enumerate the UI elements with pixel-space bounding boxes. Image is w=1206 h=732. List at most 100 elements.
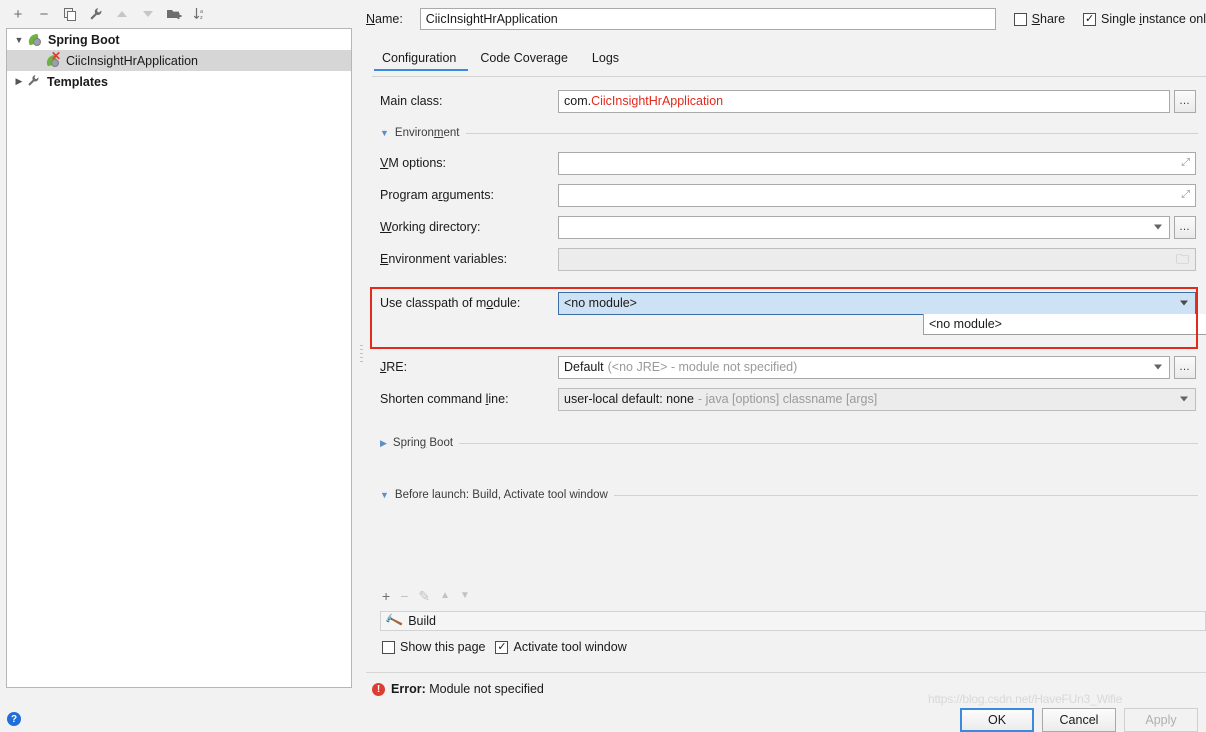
use-classpath-combo[interactable]: <no module> xyxy=(558,291,1196,315)
activate-tool-window-checkbox[interactable]: ✓ Activate tool window xyxy=(495,640,627,654)
tab-label: Configuration xyxy=(382,51,457,65)
watermark-text: https://blog.csdn.net/HaveFUn3_Wifie xyxy=(928,692,1122,706)
shorten-command-line-label: Shorten command line: xyxy=(380,392,509,406)
chevron-down-icon[interactable] xyxy=(1180,300,1188,306)
spring-boot-icon xyxy=(26,32,45,48)
ok-label: OK xyxy=(987,713,1007,727)
expand-icon[interactable]: ⤢ xyxy=(1181,157,1190,169)
tree-item-label: CiicInsightHrApplication xyxy=(66,53,199,68)
dropdown-option-no-module[interactable]: <no module> xyxy=(929,317,1206,331)
vm-options-input[interactable]: ⤢ xyxy=(558,151,1196,175)
ellipsis-icon: … xyxy=(1179,221,1191,233)
jre-row: JRE: Default (<no JRE> - module not spec… xyxy=(380,355,1206,379)
chevron-right-icon[interactable]: ▶ xyxy=(380,438,387,449)
error-prefix: Error: xyxy=(391,682,426,696)
panel-splitter[interactable] xyxy=(358,0,366,710)
activate-tool-window-checkbox-box[interactable]: ✓ xyxy=(495,640,509,654)
chevron-down-icon[interactable] xyxy=(1154,224,1162,230)
show-this-page-checkbox[interactable]: Show this page xyxy=(382,640,485,654)
chevron-down-icon[interactable]: ▼ xyxy=(11,35,27,45)
error-message: Error: Module not specified xyxy=(391,682,544,696)
main-class-value-highlight: CiicInsightHrApplication xyxy=(591,94,724,108)
plus-icon: + xyxy=(13,5,23,23)
before-launch-section-title: Before launch: Build, Activate tool wind… xyxy=(394,489,608,501)
chevron-down-icon[interactable] xyxy=(1154,364,1162,370)
show-this-page-checkbox-box[interactable] xyxy=(382,640,395,654)
jre-browse-button[interactable]: … xyxy=(1174,355,1196,379)
program-arguments-control: ⤢ xyxy=(558,183,1196,207)
section-divider xyxy=(613,494,1198,496)
chevron-down-icon[interactable] xyxy=(1180,396,1188,402)
watermark-label: https://blog.csdn.net/HaveFUn3_Wifie xyxy=(928,692,1123,706)
jre-combo[interactable]: Default (<no JRE> - module not specified… xyxy=(558,355,1170,379)
chevron-down-icon[interactable]: ▼ xyxy=(380,490,389,500)
apply-button[interactable]: Apply xyxy=(1124,708,1198,732)
expand-icon[interactable]: ⤢ xyxy=(1181,189,1190,201)
working-directory-browse-button[interactable]: … xyxy=(1174,215,1196,239)
main-class-browse-button[interactable]: … xyxy=(1174,89,1196,113)
sort-configurations-button[interactable]: a z xyxy=(188,3,212,25)
move-down-button[interactable] xyxy=(136,3,160,25)
ok-button[interactable]: OK xyxy=(960,708,1034,732)
new-folder-button[interactable] xyxy=(162,3,186,25)
name-input[interactable] xyxy=(419,8,996,30)
jre-value-bold: Default xyxy=(564,360,604,374)
tab-configuration[interactable]: Configuration xyxy=(372,48,470,71)
add-configuration-button[interactable]: + xyxy=(6,3,30,25)
share-checkbox-box[interactable] xyxy=(1013,12,1027,26)
move-up-button[interactable] xyxy=(110,3,134,25)
shorten-value-bold: user-local default: none xyxy=(564,392,694,406)
error-status-bar: ! Error: Module not specified xyxy=(372,682,544,696)
edit-templates-button[interactable] xyxy=(84,3,108,25)
use-classpath-dropdown-popup[interactable]: <no module> xyxy=(923,314,1206,335)
working-directory-input[interactable] xyxy=(558,215,1170,239)
minus-icon: − xyxy=(39,5,49,23)
cancel-button[interactable]: Cancel xyxy=(1042,708,1116,732)
configuration-editor-panel: Name: Share ✓ Single instance onl Config… xyxy=(366,0,1206,726)
remove-configuration-button[interactable]: − xyxy=(32,3,56,25)
copy-configuration-button[interactable] xyxy=(58,3,82,25)
share-checkbox[interactable]: Share xyxy=(1013,12,1065,26)
move-task-up-button[interactable]: ▲ xyxy=(440,591,450,601)
chevron-right-icon[interactable]: ▶ xyxy=(11,76,27,87)
show-this-page-label: Show this page xyxy=(400,640,486,654)
tab-label: Logs xyxy=(591,51,620,65)
before-launch-task-label: Build xyxy=(408,614,436,628)
tree-item-ciicinsighthrapplication[interactable]: ✕ CiicInsightHrApplication xyxy=(7,50,351,71)
environment-section-header[interactable]: ▼ Environment xyxy=(380,125,1198,141)
working-directory-row: Working directory: … xyxy=(380,215,1206,239)
spring-boot-section-header[interactable]: ▶ Spring Boot xyxy=(380,435,1198,451)
jre-control: Default (<no JRE> - module not specified… xyxy=(558,355,1196,379)
main-class-control: com. CiicInsightHrApplication … xyxy=(558,89,1196,113)
name-row: Name: Share ✓ Single instance onl xyxy=(366,8,1206,30)
main-class-input[interactable]: com. CiicInsightHrApplication xyxy=(558,89,1170,113)
tree-group-templates[interactable]: ▶ Templates xyxy=(7,71,351,92)
check-icon: ✓ xyxy=(1084,12,1095,25)
configurations-tree[interactable]: ▼ Spring Boot ✕ CiicInsightHrApplication… xyxy=(6,28,352,688)
spring-boot-section-title: Spring Boot xyxy=(392,437,454,449)
footer-divider xyxy=(366,672,1206,673)
activate-tool-window-label: Activate tool window xyxy=(513,640,627,654)
before-launch-section-header[interactable]: ▼ Before launch: Build, Activate tool wi… xyxy=(380,487,1198,503)
tab-code-coverage[interactable]: Code Coverage xyxy=(470,48,582,71)
splitter-grip[interactable] xyxy=(360,345,363,367)
single-instance-checkbox-box[interactable]: ✓ xyxy=(1083,12,1097,26)
tab-logs[interactable]: Logs xyxy=(582,48,633,71)
program-arguments-input[interactable]: ⤢ xyxy=(558,183,1196,207)
add-task-button[interactable]: + xyxy=(382,589,390,603)
shorten-command-line-combo[interactable]: user-local default: none - java [options… xyxy=(558,387,1196,411)
environment-variables-input[interactable]: 🗀 xyxy=(558,247,1196,271)
before-launch-task-build[interactable]: 🔨 Build xyxy=(380,611,1206,631)
tree-group-spring-boot[interactable]: ▼ Spring Boot xyxy=(7,29,351,50)
remove-task-button[interactable]: − xyxy=(400,589,408,603)
chevron-down-icon[interactable]: ▼ xyxy=(380,128,389,138)
tree-group-label: Spring Boot xyxy=(48,32,120,47)
folder-icon[interactable]: 🗀 xyxy=(1176,253,1189,266)
folder-add-icon xyxy=(166,9,181,19)
single-instance-checkbox[interactable]: ✓ Single instance onl xyxy=(1083,12,1206,26)
edit-task-button[interactable]: ✎ xyxy=(418,589,430,603)
move-task-down-button[interactable]: ▼ xyxy=(460,591,470,601)
arrow-up-icon xyxy=(117,11,127,17)
help-button[interactable]: ? xyxy=(7,712,21,726)
sort-az-icon: a z xyxy=(193,8,204,21)
